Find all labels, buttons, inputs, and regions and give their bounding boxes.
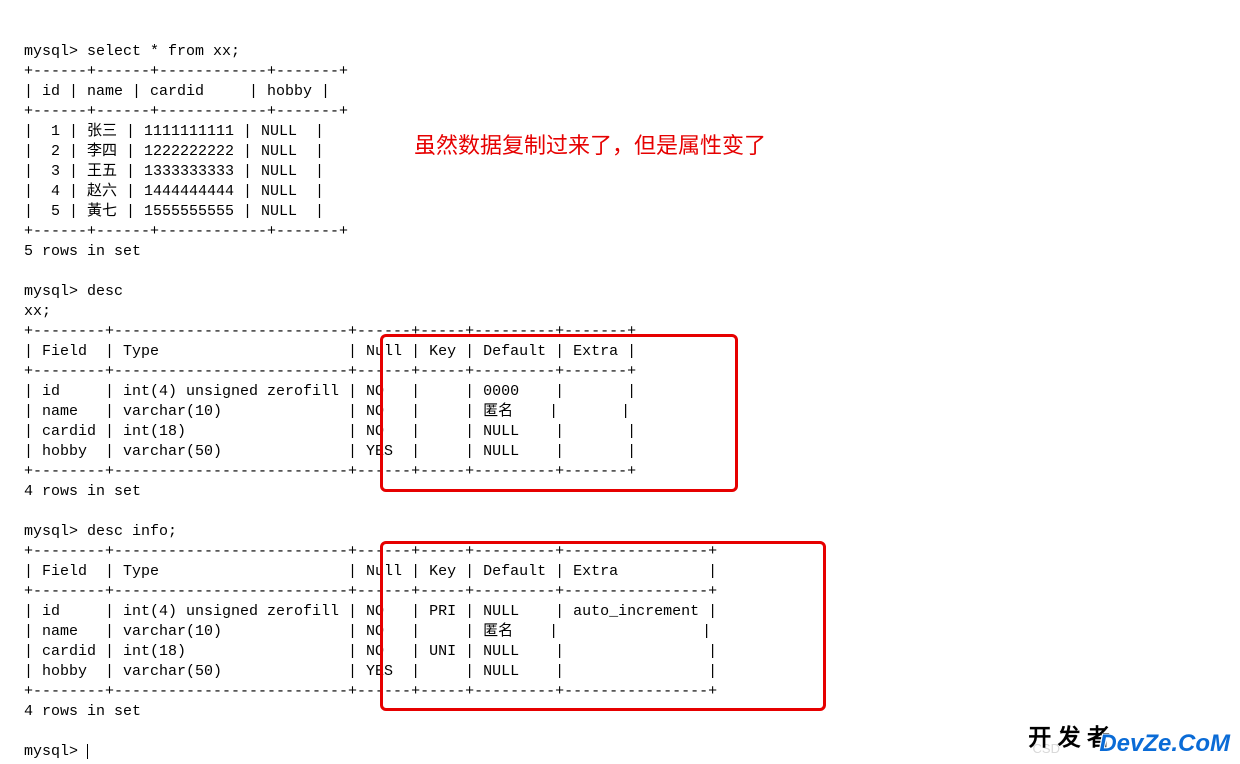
watermark-main: DevZe.CoM [1099, 730, 1230, 758]
desc-sep: +--------+--------------------------+---… [24, 683, 717, 700]
watermark-top: 开 发 者 [1028, 718, 1110, 752]
desc-header: | Field | Type | Null | Key | Default | … [24, 563, 717, 580]
sql-desc-info: mysql> desc info; [24, 523, 177, 540]
table-row: | 1 | 张三 | 1111111111 | NULL | [24, 123, 324, 140]
desc-row: | hobby | varchar(50) | YES | | NULL | | [24, 443, 636, 460]
sql-desc: mysql> desc [24, 283, 123, 300]
desc-row: | id | int(4) unsigned zerofill | NO | P… [24, 603, 717, 620]
cursor-icon [87, 744, 88, 759]
desc-row: | hobby | varchar(50) | YES | | NULL | | [24, 663, 717, 680]
desc-row: | cardid | int(18) | NO | | NULL | | [24, 423, 636, 440]
desc-sep: +--------+--------------------------+---… [24, 583, 717, 600]
table-sep: +------+------+------------+-------+ [24, 63, 348, 80]
sql-desc-target: xx; [24, 303, 51, 320]
table-header: | id | name | cardid | hobby | [24, 83, 330, 100]
desc-sep: +--------+--------------------------+---… [24, 543, 717, 560]
desc-header: | Field | Type | Null | Key | Default | … [24, 343, 636, 360]
table-sep: +------+------+------------+-------+ [24, 103, 348, 120]
result-count: 5 rows in set [24, 243, 141, 260]
desc-row: | id | int(4) unsigned zerofill | NO | |… [24, 383, 636, 400]
result-count: 4 rows in set [24, 703, 141, 720]
desc-row: | name | varchar(10) | NO | | 匿名 | | [24, 403, 630, 420]
result-count: 4 rows in set [24, 483, 141, 500]
table-sep: +------+------+------------+-------+ [24, 223, 348, 240]
desc-row: | cardid | int(18) | NO | UNI | NULL | | [24, 643, 717, 660]
mysql-prompt: mysql> [24, 743, 87, 760]
table-row: | 4 | 赵六 | 1444444444 | NULL | [24, 183, 324, 200]
table-row: | 3 | 王五 | 1333333333 | NULL | [24, 163, 324, 180]
sql-select: mysql> select * from xx; [24, 43, 240, 60]
annotation-text: 虽然数据复制过来了，但是属性变了 [414, 128, 766, 160]
table-row: | 2 | 李四 | 1222222222 | NULL | [24, 143, 324, 160]
desc-sep: +--------+--------------------------+---… [24, 463, 636, 480]
table-row: | 5 | 黃七 | 1555555555 | NULL | [24, 203, 324, 220]
desc-row: | name | varchar(10) | NO | | 匿名 | | [24, 623, 711, 640]
terminal-output: mysql> select * from xx; +------+------+… [0, 0, 1240, 762]
desc-sep: +--------+--------------------------+---… [24, 323, 636, 340]
desc-sep: +--------+--------------------------+---… [24, 363, 636, 380]
